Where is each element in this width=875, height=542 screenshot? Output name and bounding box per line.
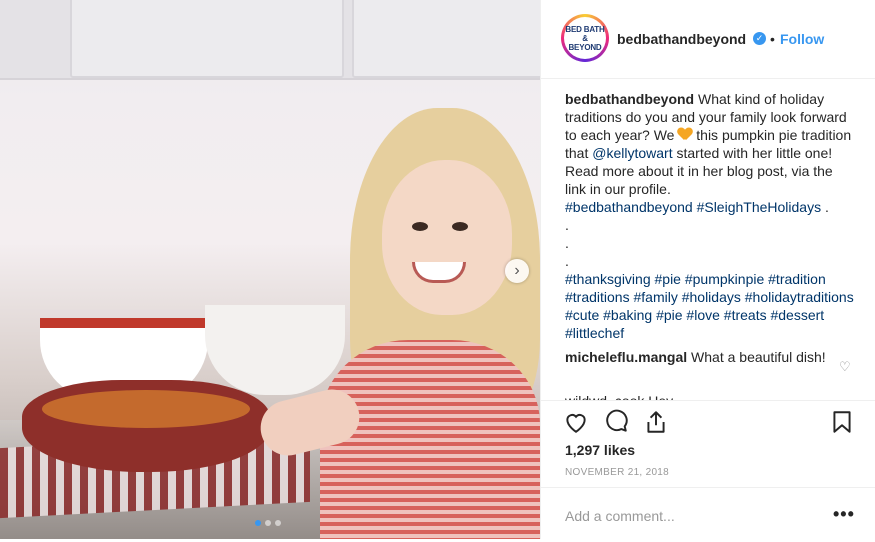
post-panel: BED BATH & BEYOND bedbathandbeyond ✓ • F… xyxy=(540,0,875,539)
caption-dot: . xyxy=(565,253,569,269)
post-header: BED BATH & BEYOND bedbathandbeyond ✓ • F… xyxy=(541,0,875,79)
add-comment-input[interactable]: Add a comment... xyxy=(565,508,675,524)
pumpkin-pie xyxy=(42,390,250,428)
username-link[interactable]: bedbathandbeyond xyxy=(617,31,746,47)
hashtag-links[interactable]: #thanksgiving #pie #pumpkinpie #traditio… xyxy=(565,271,854,341)
girl-dress xyxy=(320,340,540,539)
avatar[interactable]: BED BATH & BEYOND xyxy=(561,14,609,62)
post-photo[interactable]: › xyxy=(0,0,540,539)
likes-count[interactable]: 1,297 likes xyxy=(565,442,635,458)
girl-eye xyxy=(412,222,428,231)
caption-dot: . xyxy=(565,217,569,233)
comment-like-icon[interactable]: ♡ xyxy=(839,359,851,375)
kitchen-cabinet xyxy=(0,0,540,80)
carousel-dot xyxy=(275,520,281,526)
cabinet-door xyxy=(352,0,540,78)
carousel-dot xyxy=(255,520,261,526)
logo-text: BEYOND xyxy=(568,42,602,52)
girl-face xyxy=(382,160,512,315)
comment-author-link[interactable]: micheleflu.mangal xyxy=(565,349,687,365)
comment-icon[interactable] xyxy=(603,409,629,435)
share-icon[interactable] xyxy=(643,409,669,435)
more-options-icon[interactable]: ••• xyxy=(833,504,855,525)
carousel-dot xyxy=(265,520,271,526)
caption-dot: . xyxy=(565,235,569,251)
logo-text: BED BATH & xyxy=(565,24,605,43)
caption: bedbathandbeyond What kind of holiday tr… xyxy=(565,90,857,342)
girl-eye xyxy=(452,222,468,231)
comment-text: What a beautiful dish! xyxy=(687,349,826,365)
post-date: NOVEMBER 21, 2018 xyxy=(565,467,670,478)
bookmark-icon[interactable] xyxy=(829,409,855,435)
separator-dot: • xyxy=(770,31,775,47)
caption-author-link[interactable]: bedbathandbeyond xyxy=(565,91,694,107)
orange-heart-icon xyxy=(678,128,692,141)
caption-text: . xyxy=(821,199,829,215)
avatar-logo: BED BATH & BEYOND xyxy=(564,17,606,59)
white-bowl xyxy=(205,305,345,395)
like-heart-icon[interactable] xyxy=(563,409,589,435)
cabinet-door xyxy=(70,0,344,78)
mention-link[interactable]: @kellytowart xyxy=(592,145,672,161)
action-bar: 1,297 likes NOVEMBER 21, 2018 Add a comm… xyxy=(541,400,875,541)
hashtag-links[interactable]: #bedbathandbeyond #SleighTheHolidays xyxy=(565,199,821,215)
carousel-next-button[interactable]: › xyxy=(505,259,529,283)
comment-item: micheleflu.mangal What a beautiful dish! xyxy=(565,348,827,366)
add-comment-bar: Add a comment... ••• xyxy=(541,487,875,542)
comment-peek: wildwd_cook Hey xyxy=(565,392,673,400)
carousel-dots xyxy=(255,520,281,526)
follow-button[interactable]: Follow xyxy=(780,31,824,47)
verified-badge-icon: ✓ xyxy=(753,32,766,45)
